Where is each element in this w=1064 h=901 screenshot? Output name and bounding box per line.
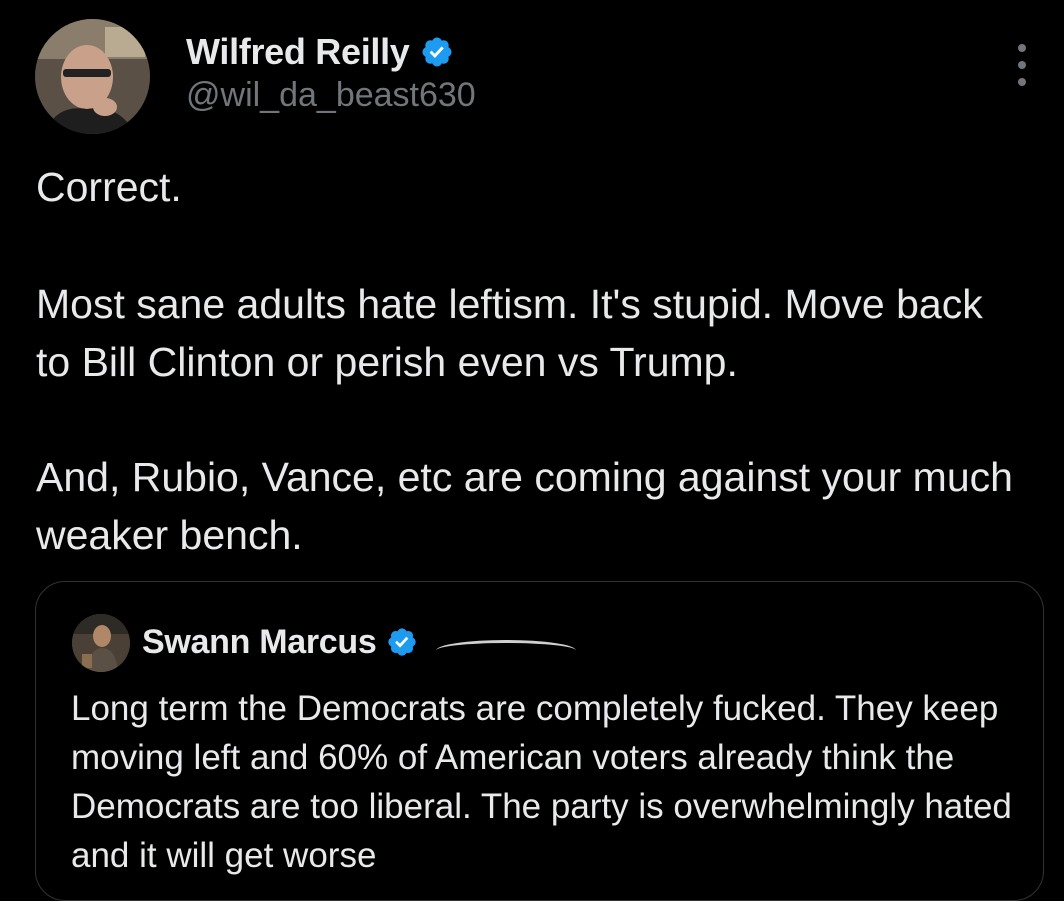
more-options-button[interactable] — [1004, 44, 1040, 86]
verified-badge-icon — [388, 628, 417, 656]
tweet-paragraph: And, Rubio, Vance, etc are coming agains… — [36, 454, 1025, 558]
quoted-tweet-text: Long term the Democrats are completely f… — [71, 689, 1012, 875]
quoted-author-display-name[interactable]: Swann Marcus — [142, 623, 377, 662]
tweet: Wilfred Reilly @wil_da_beast630 Correct.… — [0, 0, 1064, 901]
more-options-icon-dot — [1018, 78, 1026, 86]
tweet-paragraph: Most sane adults hate leftism. It's stup… — [36, 281, 995, 385]
quoted-tweet-card[interactable]: Swann Marcus Long term the Democrats are… — [35, 581, 1044, 901]
more-options-icon — [1018, 44, 1026, 52]
author-display-name[interactable]: Wilfred Reilly — [186, 31, 410, 73]
author-avatar[interactable] — [35, 19, 150, 134]
quoted-author-name-row: Swann Marcus — [142, 620, 582, 664]
author-name-row: Wilfred Reilly — [186, 30, 454, 74]
quoted-avatar-photo — [72, 614, 130, 672]
avatar-photo — [35, 19, 150, 134]
tweet-paragraph: Correct. — [36, 164, 182, 210]
author-handle[interactable]: @wil_da_beast630 — [186, 76, 476, 115]
verified-badge-icon — [422, 37, 452, 67]
more-options-icon-dot — [1018, 61, 1026, 69]
quoted-author-avatar[interactable] — [72, 614, 130, 672]
redacted-handle — [432, 628, 582, 656]
